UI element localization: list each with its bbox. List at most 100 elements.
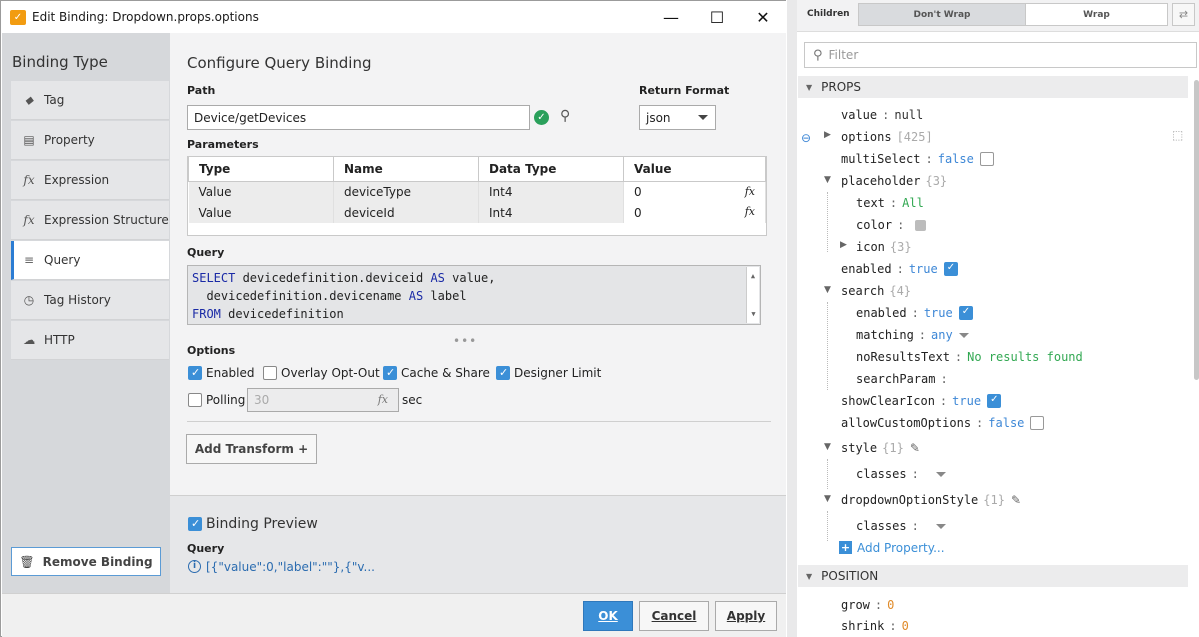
- chevron-down-icon[interactable]: ▼: [824, 442, 831, 452]
- column-header-name[interactable]: Name: [333, 157, 479, 182]
- filter-input[interactable]: ⚲ Filter: [804, 42, 1197, 68]
- prop-value[interactable]: value: null: [841, 104, 923, 126]
- query-browser-icon[interactable]: ⚲: [560, 108, 570, 124]
- apply-button[interactable]: Apply: [715, 601, 777, 631]
- path-input[interactable]: Device/getDevices: [187, 105, 530, 130]
- prop-allowcustomoptions[interactable]: allowCustomOptions: false: [841, 412, 1045, 434]
- param-value-cell[interactable]: 0 fx: [623, 181, 766, 202]
- column-header-type[interactable]: Type: [188, 157, 334, 182]
- prop-search-enabled[interactable]: enabled: true: [856, 302, 973, 324]
- minimize-button[interactable]: —: [648, 1, 694, 33]
- binding-type-query[interactable]: ≡ Query: [11, 241, 169, 280]
- chevron-down-icon[interactable]: ▼: [824, 285, 831, 295]
- column-header-value[interactable]: Value: [623, 157, 766, 182]
- resize-handle-icon[interactable]: •••: [453, 334, 477, 348]
- props-scrollbar[interactable]: [1194, 80, 1199, 380]
- chevron-down-icon[interactable]: [958, 332, 969, 338]
- prop-showclearicon[interactable]: showClearIcon: true: [841, 390, 1002, 412]
- close-button[interactable]: ✕: [740, 1, 786, 33]
- tree-guide: [827, 511, 828, 541]
- chevron-down-icon[interactable]: ▼: [824, 175, 831, 185]
- prop-grow[interactable]: grow:0: [841, 594, 894, 616]
- fx-icon[interactable]: fx: [745, 185, 755, 198]
- dont-wrap-button[interactable]: Don't Wrap: [858, 3, 1026, 26]
- chevron-down-icon[interactable]: [935, 471, 946, 477]
- chevron-down-icon[interactable]: [935, 523, 946, 529]
- cache-share-checkbox[interactable]: [383, 366, 397, 380]
- param-type[interactable]: Value: [188, 181, 334, 202]
- param-data-type[interactable]: Int4: [478, 202, 624, 223]
- designer-limit-checkbox[interactable]: [496, 366, 510, 380]
- overlay-opt-out-checkbox[interactable]: [263, 366, 277, 380]
- binding-preview-checkbox[interactable]: [188, 517, 202, 531]
- section-position[interactable]: ▼ POSITION: [798, 565, 1188, 587]
- search-enabled-checkbox[interactable]: [958, 306, 973, 320]
- prop-options[interactable]: options [425]: [841, 126, 933, 148]
- param-type[interactable]: Value: [188, 202, 334, 223]
- allowcustomoptions-checkbox[interactable]: [1030, 416, 1045, 430]
- prop-icon[interactable]: icon {3}: [856, 236, 912, 258]
- polling-checkbox[interactable]: [188, 393, 202, 407]
- wrap-button[interactable]: Wrap: [1025, 3, 1168, 26]
- enabled-checkbox[interactable]: [188, 366, 202, 380]
- plus-icon[interactable]: +: [839, 541, 852, 554]
- binding-type-expression-structure[interactable]: fx Expression Structure: [11, 201, 169, 240]
- direction-icon[interactable]: ⇄: [1172, 3, 1195, 26]
- return-format-select[interactable]: json: [639, 105, 716, 130]
- add-property-link[interactable]: Add Property...: [857, 541, 945, 555]
- chevron-down-icon[interactable]: ▼: [824, 494, 831, 504]
- preview-query-result[interactable]: [{"value":0,"label":""},{"v...: [206, 560, 375, 574]
- prop-search[interactable]: search {4}: [841, 280, 911, 302]
- info-icon[interactable]: i: [188, 560, 201, 573]
- table-row[interactable]: Value deviceId Int4 0 fx: [188, 202, 766, 223]
- paint-brush-icon[interactable]: ✎: [910, 441, 920, 455]
- chevron-right-icon[interactable]: ▶: [824, 130, 831, 140]
- prop-noresultstext[interactable]: noResultsText: No results found: [856, 346, 1083, 368]
- fx-icon[interactable]: fx: [745, 205, 755, 218]
- prop-multiselect[interactable]: multiSelect: false: [841, 148, 994, 170]
- prop-dropdownoptionstyle[interactable]: dropdownOptionStyle {1} ✎: [841, 489, 1021, 511]
- query-scrollbar[interactable]: ▲ ▼: [746, 267, 759, 323]
- prop-style-classes[interactable]: classes:: [856, 463, 946, 485]
- binding-type-tag-history[interactable]: ◷ Tag History: [11, 281, 169, 320]
- chevron-right-icon[interactable]: ▶: [840, 240, 847, 250]
- binding-type-http[interactable]: ☁ HTTP: [11, 321, 169, 360]
- prop-color[interactable]: color:: [856, 214, 927, 236]
- param-value-cell[interactable]: 0 fx: [623, 202, 766, 223]
- multiselect-checkbox[interactable]: [979, 152, 994, 166]
- prop-text[interactable]: text: All: [856, 192, 924, 214]
- polling-rate-input[interactable]: 30 fx: [247, 388, 399, 412]
- prop-shrink[interactable]: shrink:0: [841, 615, 909, 637]
- add-transform-button[interactable]: Add Transform +: [186, 434, 317, 464]
- prop-matching[interactable]: matching: any: [856, 324, 969, 346]
- prop-style[interactable]: style {1} ✎: [841, 437, 920, 459]
- prop-count: {4}: [889, 284, 912, 298]
- prop-placeholder[interactable]: placeholder {3}: [841, 170, 947, 192]
- binding-type-property[interactable]: ▤ Property: [11, 121, 169, 160]
- color-swatch[interactable]: [915, 219, 927, 231]
- prop-dropdown-classes[interactable]: classes:: [856, 515, 946, 537]
- prop-value-text: any: [931, 328, 953, 342]
- ok-button[interactable]: OK: [583, 601, 633, 631]
- showclearicon-checkbox[interactable]: [987, 394, 1002, 408]
- maximize-button[interactable]: ☐: [694, 1, 740, 33]
- prop-searchparam[interactable]: searchParam:: [856, 368, 953, 390]
- section-props[interactable]: ▼ PROPS: [798, 76, 1188, 98]
- param-data-type[interactable]: Int4: [478, 181, 624, 202]
- binding-type-expression[interactable]: fx Expression: [11, 161, 169, 200]
- paint-brush-icon[interactable]: ✎: [1011, 493, 1021, 507]
- cancel-button[interactable]: Cancel: [639, 601, 709, 631]
- query-editor[interactable]: SELECT devicedefinition.deviceid AS valu…: [187, 265, 761, 325]
- remove-binding-button[interactable]: 🗑 Remove Binding: [11, 547, 161, 576]
- prop-count: {1}: [983, 493, 1005, 507]
- column-header-data-type[interactable]: Data Type: [478, 157, 624, 182]
- enabled-prop-checkbox[interactable]: [943, 262, 958, 276]
- table-row[interactable]: Value deviceType Int4 0 fx: [188, 181, 766, 202]
- prop-enabled[interactable]: enabled: true: [841, 258, 958, 280]
- configure-query-panel: [170, 33, 786, 495]
- param-name[interactable]: deviceType: [333, 181, 479, 202]
- link-icon[interactable]: ⊖: [801, 131, 811, 145]
- binding-type-tag[interactable]: ⬥ Tag: [11, 81, 169, 120]
- param-name[interactable]: deviceId: [333, 202, 479, 223]
- fx-icon[interactable]: fx: [378, 393, 388, 406]
